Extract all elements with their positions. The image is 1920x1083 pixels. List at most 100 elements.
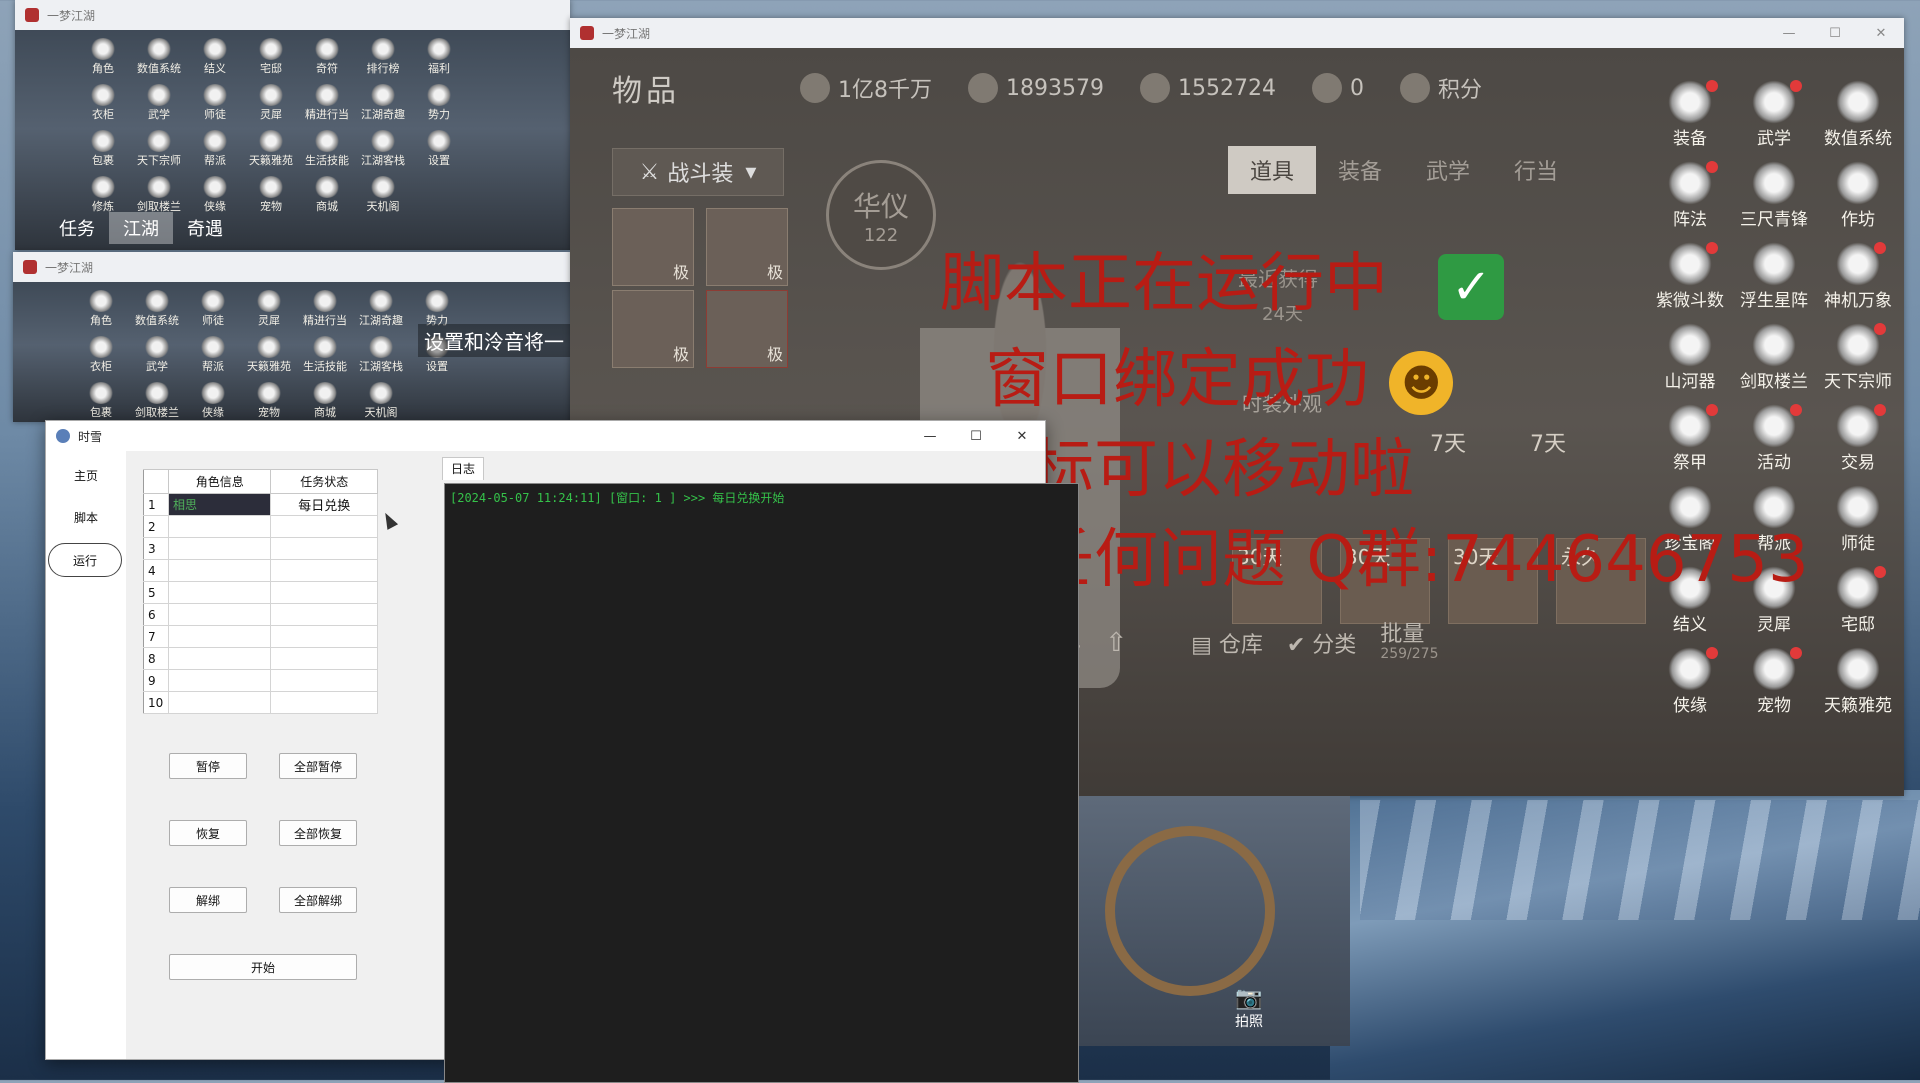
game-menu-item[interactable]: 商城	[299, 176, 355, 214]
up-arrow-icon[interactable]: ⇧	[1105, 628, 1127, 658]
game-menu-item[interactable]: 侠缘	[187, 176, 243, 214]
game-menu-item[interactable]: 江湖奇趣	[353, 290, 409, 328]
game-scene-a[interactable]: 角色 数值系统 结义 宅邸 奇符 排行榜 福利 衣柜 武学 师徒 灵犀 精进行当 江湖奇趣 势力 包裹 天下宗…	[15, 30, 570, 250]
role-cell[interactable]: 相思	[167, 493, 272, 516]
feature-menu-item[interactable]: 浮生星阵	[1732, 242, 1816, 311]
feature-menu-item[interactable]: 师徒	[1816, 485, 1900, 554]
game-menu-item[interactable]: 剑取楼兰	[129, 382, 185, 420]
feature-menu-item[interactable]: 侠缘	[1648, 647, 1732, 716]
table-row[interactable]: 3	[143, 537, 378, 560]
game-menu-item[interactable]: 修炼	[75, 176, 131, 214]
table-row[interactable]: 2	[143, 515, 378, 538]
tab-log[interactable]: 日志	[442, 457, 484, 480]
game-window-a[interactable]: 一梦江湖 角色 数值系统 结义 宅邸 奇符 排行榜 福利 衣柜 武学 师徒 灵犀 精进行当 江湖奇趣 势力…	[15, 0, 570, 250]
game-menu-item[interactable]: 江湖奇趣	[355, 84, 411, 122]
script-tool-window[interactable]: 时雪 — ☐ ✕ 主页 脚本 运行 角色信息 任务状态 1 相思 每日兑换 2 3 4 5 6…	[45, 420, 1079, 1083]
game-menu-item[interactable]: 江湖客栈	[353, 336, 409, 374]
game-menu-item[interactable]: 角色	[75, 38, 131, 76]
feature-menu-item[interactable]: 三尺青锋	[1732, 161, 1816, 230]
game-menu-item[interactable]: 势力	[411, 84, 467, 122]
log-output[interactable]: [2024-05-07 11:24:11] [窗口: 1 ] >>> 每日兑换开…	[444, 483, 1079, 1083]
tab-martial[interactable]: 武学	[1404, 146, 1492, 194]
feature-menu-item[interactable]: 天籁雅苑	[1816, 647, 1900, 716]
table-row[interactable]: 7	[143, 625, 378, 648]
pause-button[interactable]: 暂停	[169, 753, 247, 779]
nav-run[interactable]: 运行	[48, 543, 122, 577]
game-window-b-titlebar[interactable]: 一梦江湖	[13, 252, 570, 282]
game-scene-b[interactable]: 角色 数值系统 师徒 灵犀 精进行当 江湖奇趣 势力 衣柜 武学 帮派 天籁雅苑 生活技能 江湖客栈 设置…	[13, 282, 570, 422]
maximize-icon[interactable]: ☐	[953, 429, 999, 444]
camera-button[interactable]: 📷 拍照	[1235, 986, 1263, 1031]
table-row[interactable]: 8	[143, 647, 378, 670]
game-window-a-titlebar[interactable]: 一梦江湖	[15, 0, 570, 30]
game-menu-item[interactable]: 帮派	[185, 336, 241, 374]
table-row[interactable]: 1 相思 每日兑换	[143, 493, 378, 516]
game-a-tab-active[interactable]: 江湖	[109, 212, 173, 244]
game-menu-item[interactable]: 商城	[297, 382, 353, 420]
game-a-tab[interactable]: 任务	[45, 212, 109, 244]
role-cell[interactable]	[167, 603, 272, 626]
feature-menu-item[interactable]: 数值系统	[1816, 80, 1900, 149]
feature-menu-item[interactable]: 武学	[1732, 80, 1816, 149]
table-row[interactable]: 9	[143, 669, 378, 692]
feature-menu-item[interactable]: 山河器	[1648, 323, 1732, 392]
nav-script[interactable]: 脚本	[48, 501, 124, 535]
start-button[interactable]: 开始	[169, 954, 357, 980]
resume-all-button[interactable]: 全部恢复	[279, 820, 357, 846]
role-cell[interactable]	[167, 625, 272, 648]
feature-menu-item[interactable]: 装备	[1648, 80, 1732, 149]
role-cell[interactable]	[167, 537, 272, 560]
equip-slot[interactable]: 极	[612, 208, 694, 286]
pause-all-button[interactable]: 全部暂停	[279, 753, 357, 779]
table-row[interactable]: 10	[143, 691, 378, 714]
role-cell[interactable]	[167, 647, 272, 670]
game-menu-item[interactable]: 奇符	[299, 38, 355, 76]
game-menu-item[interactable]: 侠缘	[185, 382, 241, 420]
game-a-tab[interactable]: 奇遇	[173, 212, 237, 244]
feature-menu-item[interactable]: 祭甲	[1648, 404, 1732, 473]
unbind-button[interactable]: 解绑	[169, 887, 247, 913]
role-cell[interactable]	[167, 669, 272, 692]
game-menu-item[interactable]: 天机阁	[355, 176, 411, 214]
game-menu-item[interactable]: 天机阁	[353, 382, 409, 420]
batch-button[interactable]: 批量 259/275	[1380, 622, 1438, 663]
game-menu-item[interactable]: 宠物	[241, 382, 297, 420]
game-window-b[interactable]: 一梦江湖 角色 数值系统 师徒 灵犀 精进行当 江湖奇趣 势力 衣柜 武学 帮派 天籁雅苑 生活技能江…	[13, 252, 570, 422]
feature-menu-item[interactable]: 神机万象	[1816, 242, 1900, 311]
equip-slot[interactable]: 极	[706, 208, 788, 286]
game-menu-item[interactable]: 包裹	[75, 130, 131, 168]
close-icon[interactable]: ✕	[1858, 26, 1904, 41]
game-menu-item[interactable]: 武学	[131, 84, 187, 122]
game-menu-item[interactable]: 江湖客栈	[355, 130, 411, 168]
maximize-icon[interactable]: ☐	[1812, 26, 1858, 41]
feature-menu-item[interactable]: 交易	[1816, 404, 1900, 473]
game-menu-item[interactable]: 生活技能	[299, 130, 355, 168]
equip-slot[interactable]: 极	[612, 290, 694, 368]
game-menu-item[interactable]: 数值系统	[131, 38, 187, 76]
game-menu-item[interactable]: 宠物	[243, 176, 299, 214]
tab-equipment[interactable]: 装备	[1316, 146, 1404, 194]
game-menu-item[interactable]: 师徒	[185, 290, 241, 328]
game-menu-item[interactable]: 结义	[187, 38, 243, 76]
game-menu-item[interactable]: 数值系统	[129, 290, 185, 328]
feature-menu-item[interactable]: 宠物	[1732, 647, 1816, 716]
game-menu-item[interactable]: 精进行当	[299, 84, 355, 122]
game-menu-item[interactable]: 天下宗师	[131, 130, 187, 168]
game-menu-item[interactable]: 设置	[411, 130, 467, 168]
feature-menu-item[interactable]: 宅邸	[1816, 566, 1900, 635]
game-menu-item[interactable]: 精进行当	[297, 290, 353, 328]
feature-menu-item[interactable]: 活动	[1732, 404, 1816, 473]
game-menu-item[interactable]: 衣柜	[73, 336, 129, 374]
nav-home[interactable]: 主页	[48, 459, 124, 493]
classify-button[interactable]: ✔ 分类	[1287, 627, 1356, 659]
role-cell[interactable]	[167, 559, 272, 582]
game-menu-item[interactable]: 角色	[73, 290, 129, 328]
game-menu-item[interactable]: 灵犀	[241, 290, 297, 328]
game-menu-item[interactable]: 武学	[129, 336, 185, 374]
game-menu-item[interactable]: 排行榜	[355, 38, 411, 76]
game-menu-item[interactable]: 剑取楼兰	[131, 176, 187, 214]
outfit-select[interactable]: ⚔ 战斗装 ▾	[612, 148, 784, 196]
game-menu-item[interactable]: 衣柜	[75, 84, 131, 122]
table-row[interactable]: 6	[143, 603, 378, 626]
feature-menu-item[interactable]: 紫微斗数	[1648, 242, 1732, 311]
